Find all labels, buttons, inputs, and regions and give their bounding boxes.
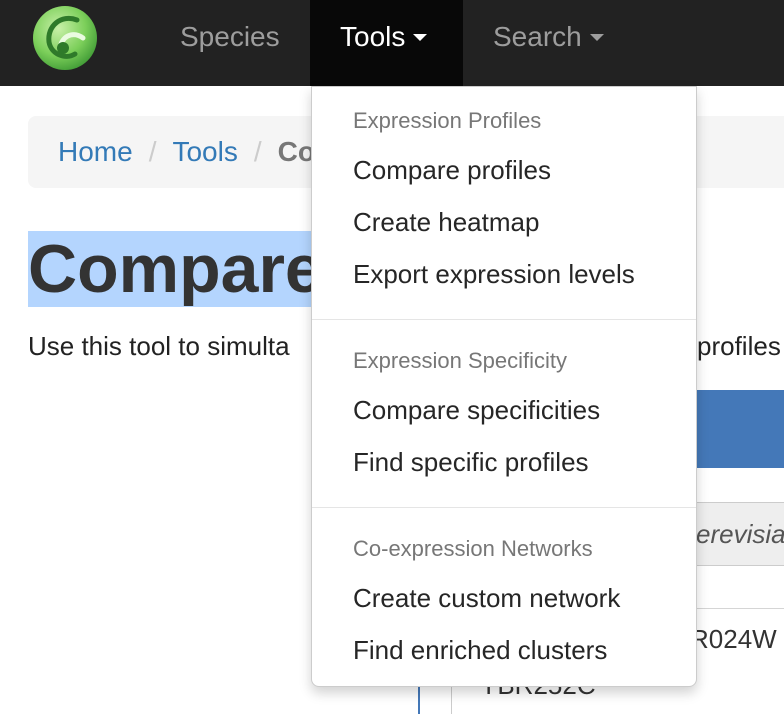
nav-search[interactable]: Search: [463, 0, 634, 86]
dropdown-divider: [312, 507, 696, 508]
logo-icon[interactable]: [31, 4, 99, 72]
menu-item-compare-profiles[interactable]: Compare profiles: [353, 155, 551, 186]
page-description-right: profiles: [697, 331, 781, 361]
breadcrumb-home[interactable]: Home: [58, 136, 133, 167]
divider: [451, 686, 452, 714]
divider: [418, 686, 420, 714]
menu-item-find-specific-profiles[interactable]: Find specific profiles: [353, 447, 589, 478]
menu-item-create-heatmap[interactable]: Create heatmap: [353, 207, 539, 238]
nav-tools-label: Tools: [340, 21, 406, 52]
nav-search-label: Search: [493, 21, 582, 52]
breadcrumb-separator: /: [253, 136, 262, 167]
tools-dropdown-menu: Expression Profiles Compare profiles Cre…: [311, 86, 697, 687]
breadcrumb-tools[interactable]: Tools: [172, 136, 237, 167]
caret-down-icon: [589, 33, 604, 41]
nav-species-label: Species: [180, 21, 280, 52]
nav-tools[interactable]: Tools: [310, 0, 463, 86]
gene-list-text: R024W Y: [690, 624, 784, 654]
dropdown-divider: [312, 319, 696, 320]
breadcrumb-separator: /: [148, 136, 157, 167]
menu-item-create-custom-network[interactable]: Create custom network: [353, 583, 620, 614]
page-title-text: Compare: [28, 231, 323, 307]
breadcrumb-current: Co: [277, 136, 315, 167]
page-title: Compare: [28, 228, 323, 310]
dropdown-header-coexpression-networks: Co-expression Networks: [353, 536, 593, 561]
menu-item-compare-specificities[interactable]: Compare specificities: [353, 395, 600, 426]
nav-species[interactable]: Species: [150, 0, 310, 86]
page-description: Use this tool to simulta: [28, 331, 290, 361]
menu-item-export-expression-levels[interactable]: Export expression levels: [353, 259, 635, 290]
caret-down-icon: [413, 33, 428, 41]
dropdown-header-expression-profiles: Expression Profiles: [353, 108, 542, 133]
dropdown-header-expression-specificity: Expression Specificity: [353, 348, 567, 373]
menu-item-find-enriched-clusters[interactable]: Find enriched clusters: [353, 635, 607, 666]
navbar: Species Tools Search: [0, 0, 784, 86]
